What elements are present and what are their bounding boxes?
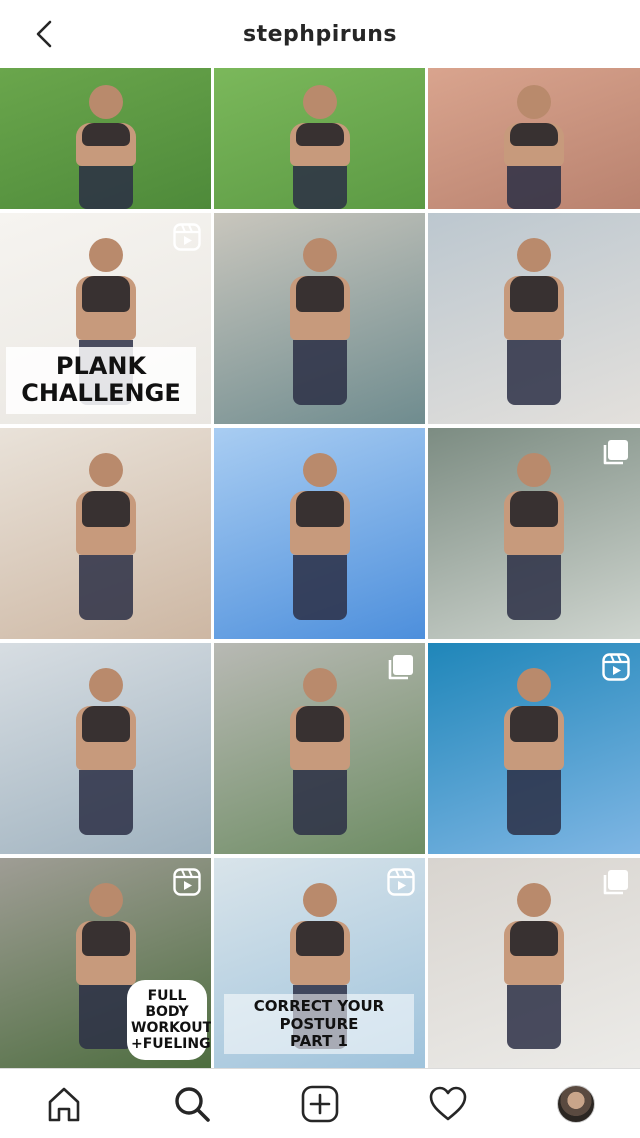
post-tile[interactable]: CORRECT YOUR POSTURE PART 1 (214, 858, 425, 1068)
person-figure (285, 238, 355, 407)
post-tile[interactable] (428, 213, 640, 424)
posts-grid: PLANK CHALLENGE FULL BODY WORKOUT +FUELIN… (0, 68, 640, 1068)
carousel-icon (602, 438, 630, 466)
post-tile[interactable]: PLANK CHALLENGE (0, 213, 211, 424)
person-figure (499, 84, 569, 209)
post-tile[interactable] (428, 428, 640, 639)
profile-username: stephpiruns (243, 21, 397, 47)
person-figure (499, 883, 569, 1051)
post-overlay-text: PLANK CHALLENGE (6, 346, 196, 414)
person-figure (71, 668, 141, 837)
back-button[interactable] (28, 18, 60, 50)
person-figure (285, 84, 355, 209)
reel-icon (387, 868, 415, 896)
post-tile[interactable] (0, 68, 211, 209)
chevron-left-icon (36, 20, 52, 48)
carousel-icon (387, 653, 415, 681)
tab-new-post[interactable] (288, 1072, 352, 1136)
top-bar: stephpiruns (0, 0, 640, 68)
post-tile[interactable] (214, 213, 425, 424)
reel-icon (602, 653, 630, 681)
tab-search[interactable] (160, 1072, 224, 1136)
carousel-icon (602, 868, 630, 896)
post-tile[interactable] (428, 858, 640, 1068)
post-overlay-text: CORRECT YOUR POSTURE PART 1 (224, 994, 414, 1054)
search-icon (175, 1086, 210, 1122)
person-figure (499, 668, 569, 837)
tab-home[interactable] (32, 1072, 96, 1136)
home-icon (48, 1087, 80, 1121)
person-figure (285, 453, 355, 622)
heart-icon (429, 1086, 467, 1120)
person-figure (499, 453, 569, 622)
person-figure (71, 453, 141, 622)
post-tile[interactable] (0, 428, 211, 639)
reel-icon (173, 223, 201, 251)
post-tile[interactable] (0, 643, 211, 854)
post-tile[interactable] (214, 643, 425, 854)
post-tile[interactable] (214, 68, 425, 209)
post-tile[interactable]: FULL BODY WORKOUT +FUELING (0, 858, 211, 1068)
tab-profile[interactable] (544, 1072, 608, 1136)
post-tile[interactable] (428, 68, 640, 209)
post-overlay-text: FULL BODY WORKOUT +FUELING (127, 979, 211, 1060)
add-post-icon (301, 1085, 339, 1122)
reel-icon (173, 868, 201, 896)
bottom-tab-bar (0, 1068, 640, 1138)
tab-activity[interactable] (416, 1072, 480, 1136)
post-tile[interactable] (428, 643, 640, 854)
avatar (557, 1084, 595, 1123)
person-figure (285, 668, 355, 837)
person-figure (71, 84, 141, 209)
person-figure (499, 238, 569, 407)
post-tile[interactable] (214, 428, 425, 639)
